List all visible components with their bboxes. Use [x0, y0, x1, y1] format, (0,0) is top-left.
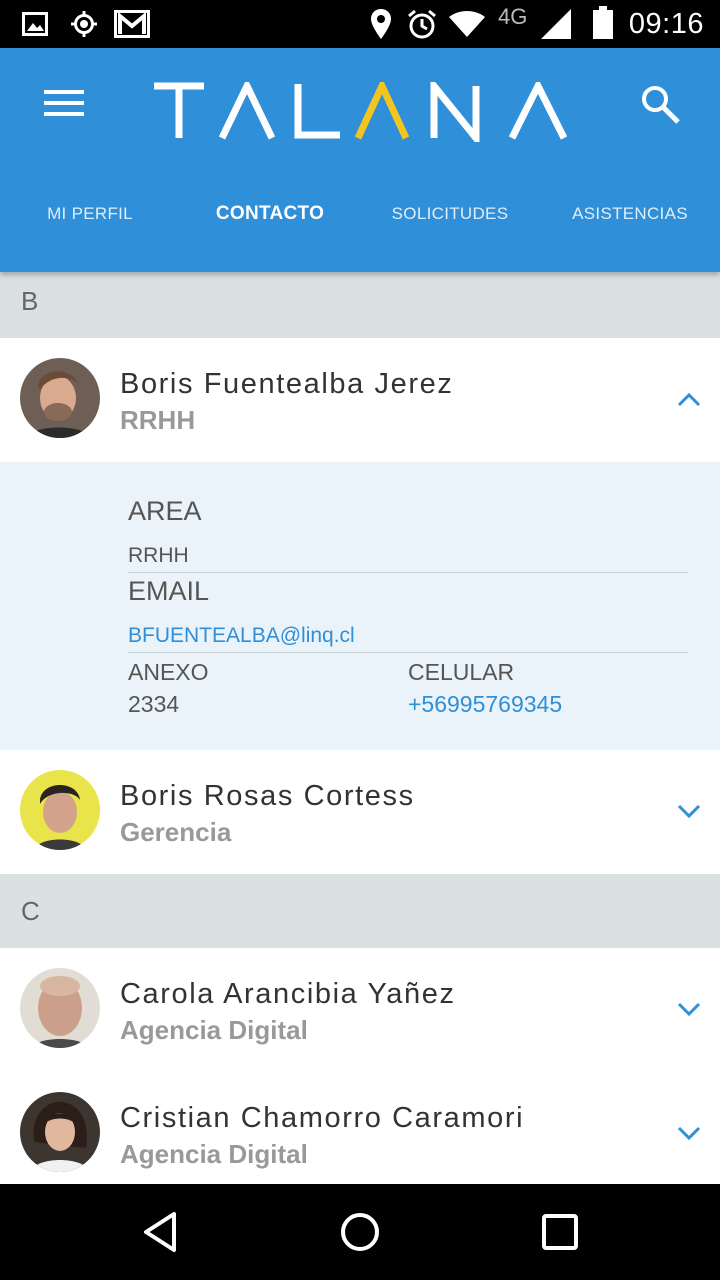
- contact-name: Boris Rosas Cortess: [120, 780, 415, 812]
- contact-name: Boris Fuentealba Jerez: [120, 368, 454, 400]
- contact-row[interactable]: Boris Rosas Cortess Gerencia: [0, 750, 720, 874]
- contact-department: Agencia Digital: [120, 1015, 308, 1045]
- hamburger-menu-icon[interactable]: [44, 86, 84, 120]
- image-icon: [22, 12, 48, 36]
- contact-name: Cristian Chamorro Caramori: [120, 1102, 525, 1134]
- contact-department: RRHH: [120, 405, 196, 435]
- contact-details-panel: AREA RRHH EMAIL BFUENTEALBA@linq.cl ANEX…: [0, 462, 720, 750]
- section-header-c: C: [0, 874, 720, 948]
- network-type-label: 4G: [498, 4, 528, 29]
- signal-4g-icon: [541, 9, 571, 39]
- chevron-down-icon[interactable]: [676, 802, 702, 820]
- section-header-b: B: [0, 272, 720, 338]
- email-label: EMAIL: [128, 576, 210, 606]
- contact-row[interactable]: Cristian Chamorro Caramori Agencia Digit…: [0, 1072, 720, 1184]
- tab-contacto[interactable]: CONTACTO: [180, 196, 360, 236]
- clock: 09:16: [628, 8, 704, 40]
- back-icon[interactable]: [138, 1210, 182, 1254]
- avatar: [20, 1092, 100, 1172]
- contact-row[interactable]: Boris Fuentealba Jerez RRHH: [0, 338, 720, 462]
- home-icon[interactable]: [338, 1210, 382, 1254]
- celular-label: CELULAR: [408, 659, 515, 685]
- contact-list[interactable]: B Boris Fuentealba Jerez RRHH AREA RRHH …: [0, 272, 720, 1184]
- chevron-down-icon[interactable]: [676, 1124, 702, 1142]
- talana-logo: [154, 82, 568, 142]
- contact-department: Agencia Digital: [120, 1139, 308, 1169]
- search-icon[interactable]: [638, 82, 682, 126]
- tab-asistencias[interactable]: ASISTENCIAS: [540, 196, 720, 236]
- avatar: [20, 358, 100, 438]
- battery-icon: [593, 6, 613, 39]
- wifi-icon: [449, 11, 485, 37]
- tab-solicitudes[interactable]: SOLICITUDES: [360, 196, 540, 236]
- contact-row[interactable]: Carola Arancibia Yañez Agencia Digital: [0, 948, 720, 1072]
- divider: [128, 572, 688, 573]
- status-bar: 4G 09:16: [0, 0, 720, 48]
- anexo-label: ANEXO: [128, 659, 209, 685]
- area-label: AREA: [128, 496, 202, 526]
- chevron-up-icon[interactable]: [676, 390, 702, 408]
- email-link[interactable]: BFUENTEALBA@linq.cl: [128, 624, 355, 648]
- celular-link[interactable]: +56995769345: [408, 691, 562, 718]
- app-header: MI PERFIL CONTACTO SOLICITUDES ASISTENCI…: [0, 48, 720, 272]
- avatar: [20, 968, 100, 1048]
- gmail-icon: [114, 10, 150, 38]
- area-value: RRHH: [128, 544, 189, 567]
- anexo-value: 2334: [128, 691, 180, 717]
- gps-icon: [71, 11, 97, 37]
- location-pin-icon: [371, 9, 391, 39]
- divider: [128, 652, 688, 653]
- tab-mi-perfil[interactable]: MI PERFIL: [0, 196, 180, 236]
- recents-icon[interactable]: [538, 1210, 582, 1254]
- contact-department: Gerencia: [120, 817, 232, 847]
- system-nav-bar: [0, 1184, 720, 1280]
- chevron-down-icon[interactable]: [676, 1000, 702, 1018]
- alarm-icon: [408, 9, 436, 39]
- contact-name: Carola Arancibia Yañez: [120, 978, 456, 1010]
- tab-bar: MI PERFIL CONTACTO SOLICITUDES ASISTENCI…: [0, 196, 720, 236]
- avatar: [20, 770, 100, 850]
